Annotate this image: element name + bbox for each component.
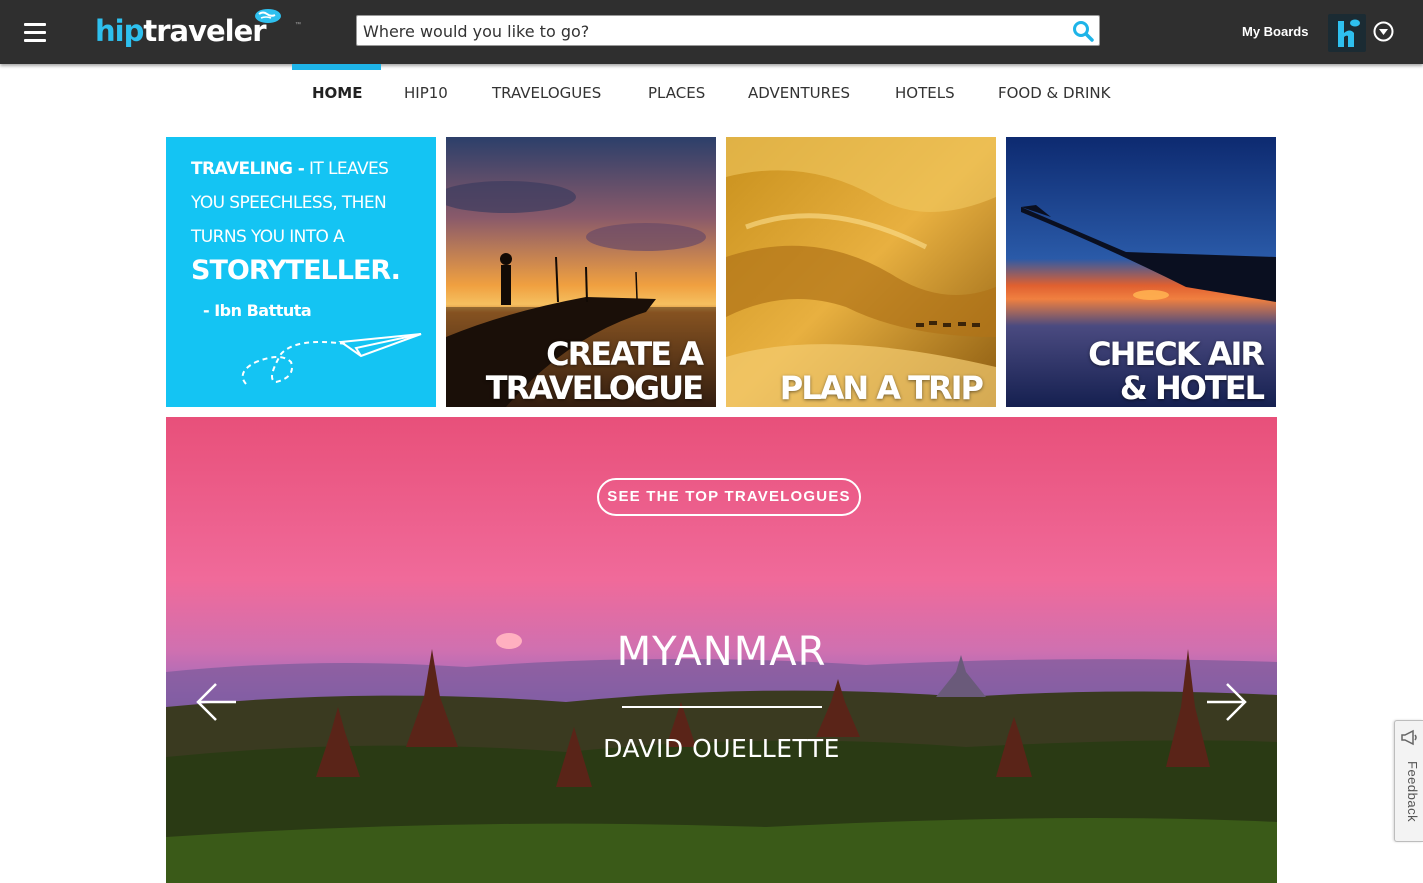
nav-active-indicator: [292, 64, 381, 70]
hamburger-menu-icon[interactable]: [24, 23, 46, 43]
nav-travelogues[interactable]: TRAVELOGUES: [492, 84, 601, 102]
quote-author: - Ibn Battuta: [203, 301, 312, 320]
plan-trip-label: PLAN A TRIP: [779, 369, 984, 407]
top-travelogues-button[interactable]: SEE THE TOP TRAVELOGUES: [597, 478, 861, 516]
create-travelogue-label: CREATE A TRAVELOGUE: [485, 335, 704, 407]
quote-line-4: STORYTELLER.: [191, 255, 401, 286]
main-nav: HOME HIP10 TRAVELOGUES PLACES ADVENTURES…: [0, 64, 1423, 122]
quote-line-3: TURNS YOU INTO A: [191, 227, 345, 247]
trademark: ™: [295, 22, 301, 28]
search-box: [356, 15, 1100, 46]
quote-tile: TRAVELING - IT LEAVES YOU SPEECHLESS, TH…: [166, 137, 436, 407]
nav-hotels[interactable]: HOTELS: [895, 84, 955, 102]
hero-divider: [622, 706, 822, 708]
nav-places[interactable]: PLACES: [648, 84, 705, 102]
check-air-hotel-label: CHECK AIR & HOTEL: [1088, 335, 1265, 407]
check-air-hotel-tile[interactable]: CHECK AIR & HOTEL: [1006, 137, 1277, 407]
hero-slideshow: SEE THE TOP TRAVELOGUES MYANMAR DAVID OU…: [166, 417, 1277, 883]
chevron-down-icon[interactable]: [1373, 21, 1394, 42]
hero-title: MYANMAR: [616, 629, 827, 675]
nav-home[interactable]: HOME: [312, 84, 362, 102]
paper-plane-icon: [241, 333, 422, 385]
my-boards-link[interactable]: My Boards: [1242, 24, 1308, 39]
plan-trip-tile[interactable]: PLAN A TRIP: [726, 137, 996, 407]
hiptraveler-logo[interactable]: hiptraveler ™: [95, 8, 310, 52]
megaphone-icon: [1401, 729, 1417, 746]
create-travelogue-tile[interactable]: CREATE A TRAVELOGUE: [446, 137, 716, 407]
logo-wordmark: hiptraveler: [95, 14, 267, 48]
feedback-label: Feedback: [1405, 761, 1420, 823]
avatar[interactable]: [1328, 14, 1366, 52]
top-bar: hiptraveler ™ My Boards: [0, 0, 1423, 64]
search-icon[interactable]: [1071, 19, 1095, 43]
arrow-right-icon[interactable]: [1205, 680, 1249, 724]
desert-dunes-image: [726, 137, 996, 407]
arrow-left-icon[interactable]: [194, 680, 238, 724]
nav-hip10[interactable]: HIP10: [404, 84, 448, 102]
quote-line-1: TRAVELING - IT LEAVES: [191, 159, 389, 179]
nav-food-drink[interactable]: FOOD & DRINK: [998, 84, 1110, 102]
nav-adventures[interactable]: ADVENTURES: [748, 84, 850, 102]
feedback-tab[interactable]: Feedback: [1394, 720, 1423, 842]
user-avatar-icon: [1338, 19, 1360, 47]
hero-author: DAVID OUELLETTE: [603, 734, 840, 763]
search-input[interactable]: [363, 19, 1063, 43]
quote-line-2: YOU SPEECHLESS, THEN: [191, 193, 387, 213]
